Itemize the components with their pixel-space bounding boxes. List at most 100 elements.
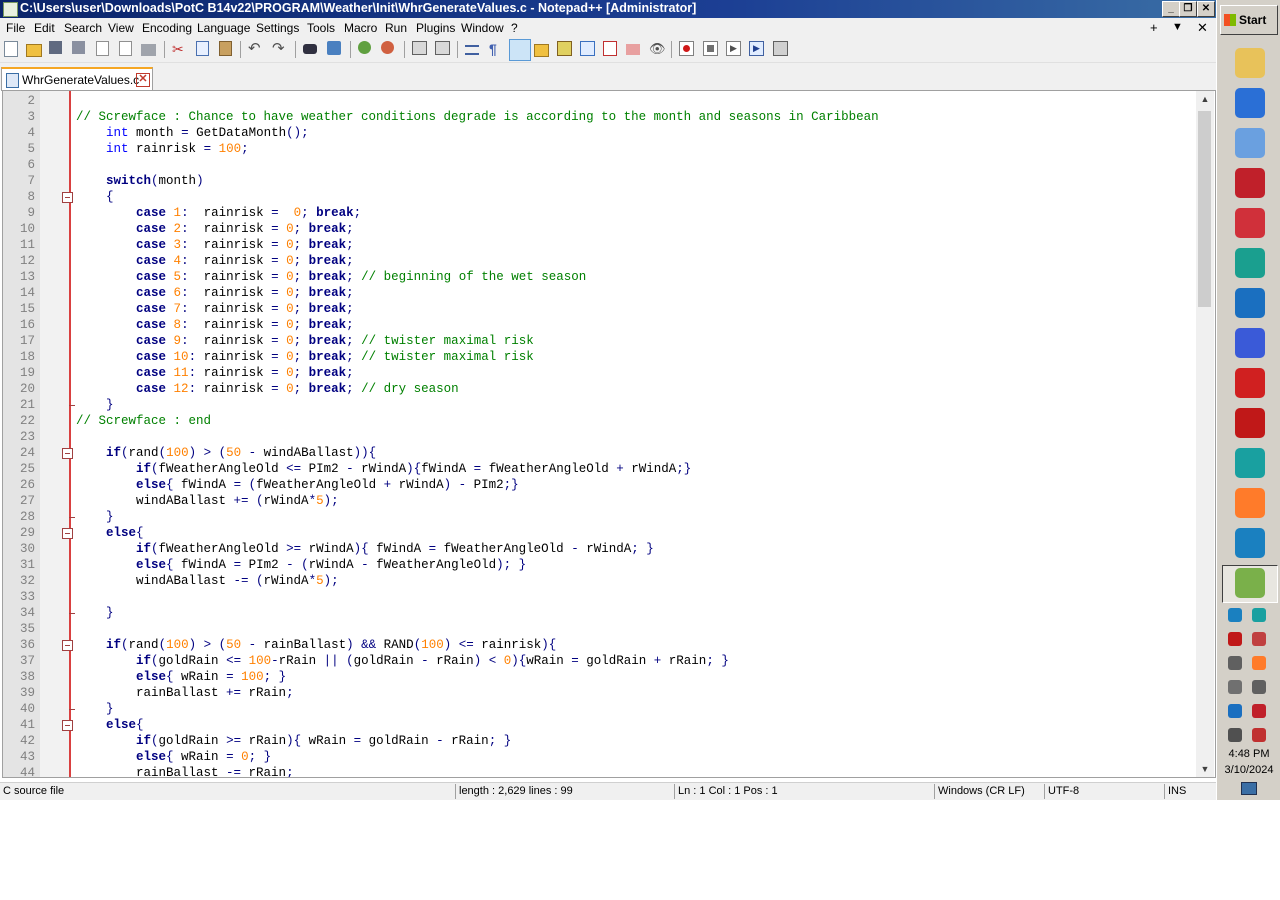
code-line[interactable]: 28 } [3,509,1195,525]
code-line[interactable]: 39 rainBallast += rRain; [3,685,1195,701]
save-icon[interactable] [49,41,62,54]
code-line[interactable]: 4 int month = GetDataMonth(); [3,125,1195,141]
code-line[interactable]: 3 // Screwface : Chance to have weather c… [3,109,1195,125]
menu-help[interactable]: ? [511,21,518,35]
play-macro-icon[interactable]: ▶ [726,41,741,56]
record-macro-icon[interactable] [679,41,694,56]
menu-language[interactable]: Language [197,21,250,35]
code-line[interactable]: 43 else{ wRain = 0; } [3,749,1195,765]
find-icon[interactable] [303,44,317,54]
fold-toggle-icon[interactable] [62,192,73,203]
code-line[interactable]: 21 } [3,397,1195,413]
code-line[interactable]: 20 case 12: rainrisk = 0; break; // dry … [3,381,1195,397]
code-line[interactable]: 19 case 11: rainrisk = 0; break; [3,365,1195,381]
function-list-icon[interactable] [603,41,617,56]
close-icon[interactable] [96,41,109,56]
code-line[interactable]: 42 if(goldRain >= rRain){ wRain = goldRa… [3,733,1195,749]
code-line[interactable]: 31 else{ fWindA = PIm2 - (rWindA - fWeat… [3,557,1195,573]
code-line[interactable]: 40 } [3,701,1195,717]
menu-plugins[interactable]: Plugins [416,21,455,35]
show-desktop-icon[interactable] [1241,782,1257,795]
menu-window[interactable]: Window [461,21,504,35]
code-line[interactable]: 36 if(rand(100) > (50 - rainBallast) && … [3,637,1195,653]
code-line[interactable]: 37 if(goldRain <= 100-rRain || (goldRain… [3,653,1195,669]
paste-icon[interactable] [219,41,232,56]
fold-toggle-icon[interactable] [62,448,73,459]
screen-recorder-icon[interactable] [1235,168,1265,198]
code-line[interactable]: 22 // Screwface : end [3,413,1195,429]
close-button[interactable]: ✕ [1197,1,1215,17]
tab-close-icon[interactable]: ✕ [136,73,150,87]
redo-icon[interactable]: ↷ [272,41,288,57]
code-line[interactable]: 8 { [3,189,1195,205]
monitor-icon[interactable]: 👁 [649,41,666,57]
code-line[interactable]: 13 case 5: rainrisk = 0; break; // begin… [3,269,1195,285]
close-all-icon[interactable] [119,41,132,56]
cut-icon[interactable]: ✂ [172,41,188,57]
code-line[interactable]: 35 [3,621,1195,637]
code-line[interactable]: 30 if(fWeatherAngleOld >= rWindA){ fWind… [3,541,1195,557]
menu-encoding[interactable]: Encoding [142,21,192,35]
tray-usb-icon[interactable] [1228,656,1242,670]
code-line[interactable]: 34 } [3,605,1195,621]
status-encoding[interactable]: UTF-8 [1044,784,1079,799]
menu-tools[interactable]: Tools [307,21,335,35]
menu-view[interactable]: View [108,21,134,35]
menu-search[interactable]: Search [64,21,102,35]
security-shield-icon[interactable] [1235,288,1265,318]
code-line[interactable]: 44 rainBallast -= rRain; [3,765,1195,777]
code-line[interactable]: 14 case 6: rainrisk = 0; break; [3,285,1195,301]
menu-edit[interactable]: Edit [34,21,55,35]
code-line[interactable]: 10 case 2: rainrisk = 0; break; [3,221,1195,237]
undo-icon[interactable]: ↶ [248,41,264,57]
stop-record-icon[interactable] [703,41,718,56]
code-line[interactable]: 23 [3,429,1195,445]
file-explorer-icon[interactable] [1235,48,1265,78]
tray-network-icon[interactable] [1228,728,1242,742]
sync-horizontal-icon[interactable] [435,41,450,55]
minimize-button[interactable]: _ [1162,1,1180,17]
scrollbar-thumb[interactable] [1198,111,1211,307]
status-eol[interactable]: Windows (CR LF) [934,784,1025,799]
media-player-icon[interactable] [1235,88,1265,118]
code-line[interactable]: 11 case 3: rainrisk = 0; break; [3,237,1195,253]
tab-whrgeneratevalues[interactable]: WhrGenerateValues.c ✕ [1,67,153,91]
p-app-icon[interactable] [1235,328,1265,358]
code-line[interactable]: 41 else{ [3,717,1195,733]
code-line[interactable]: 26 else{ fWindA = (fWeatherAngleOld + rW… [3,477,1195,493]
video-editor-icon[interactable] [1235,208,1265,238]
tray-tools-icon[interactable] [1252,632,1266,646]
code-line[interactable]: 25 if(fWeatherAngleOld <= PIm2 - rWindA)… [3,461,1195,477]
doc-list-icon[interactable] [580,41,595,56]
tray-c-icon[interactable] [1228,608,1242,622]
sync-vertical-icon[interactable] [412,41,427,55]
zoom-in-icon[interactable] [358,41,371,54]
print-icon[interactable] [141,44,156,56]
code-line[interactable]: 15 case 7: rainrisk = 0; break; [3,301,1195,317]
red-tool-icon[interactable] [1235,408,1265,438]
new-tab-plus-icon[interactable]: + [1150,20,1158,35]
tab-list-dropdown-icon[interactable]: ▼ [1172,21,1183,33]
tray-alert-icon[interactable] [1252,728,1266,742]
v-shield-icon[interactable] [1235,448,1265,478]
menu-file[interactable]: File [6,21,25,35]
code-line[interactable]: 5 int rainrisk = 100; [3,141,1195,157]
zoom-out-icon[interactable] [381,41,394,54]
code-line[interactable]: 27 windABallast += (rWindA*5); [3,493,1195,509]
code-line[interactable]: 2 [3,93,1195,109]
code-line[interactable]: 18 case 10: rainrisk = 0; break; // twis… [3,349,1195,365]
udl-icon[interactable] [534,44,549,57]
tray-security-icon[interactable] [1228,704,1242,718]
notepadpp-icon[interactable] [1235,568,1265,598]
save-macro-icon[interactable] [773,41,788,56]
clock-time[interactable]: 4:48 PM [1217,748,1280,760]
tray-record-icon[interactable] [1252,704,1266,718]
code-line[interactable]: 12 case 4: rainrisk = 0; break; [3,253,1195,269]
settings-gear-icon[interactable] [1235,368,1265,398]
word-wrap-icon[interactable] [465,45,479,55]
code-line[interactable]: 32 windABallast -= (rWindA*5); [3,573,1195,589]
code-line[interactable]: 7 switch(month) [3,173,1195,189]
code-line[interactable]: 9 case 1: rainrisk = 0; break; [3,205,1195,221]
status-position[interactable]: Ln : 1 Col : 1 Pos : 1 [674,784,778,799]
firefox-icon[interactable] [1235,488,1265,518]
